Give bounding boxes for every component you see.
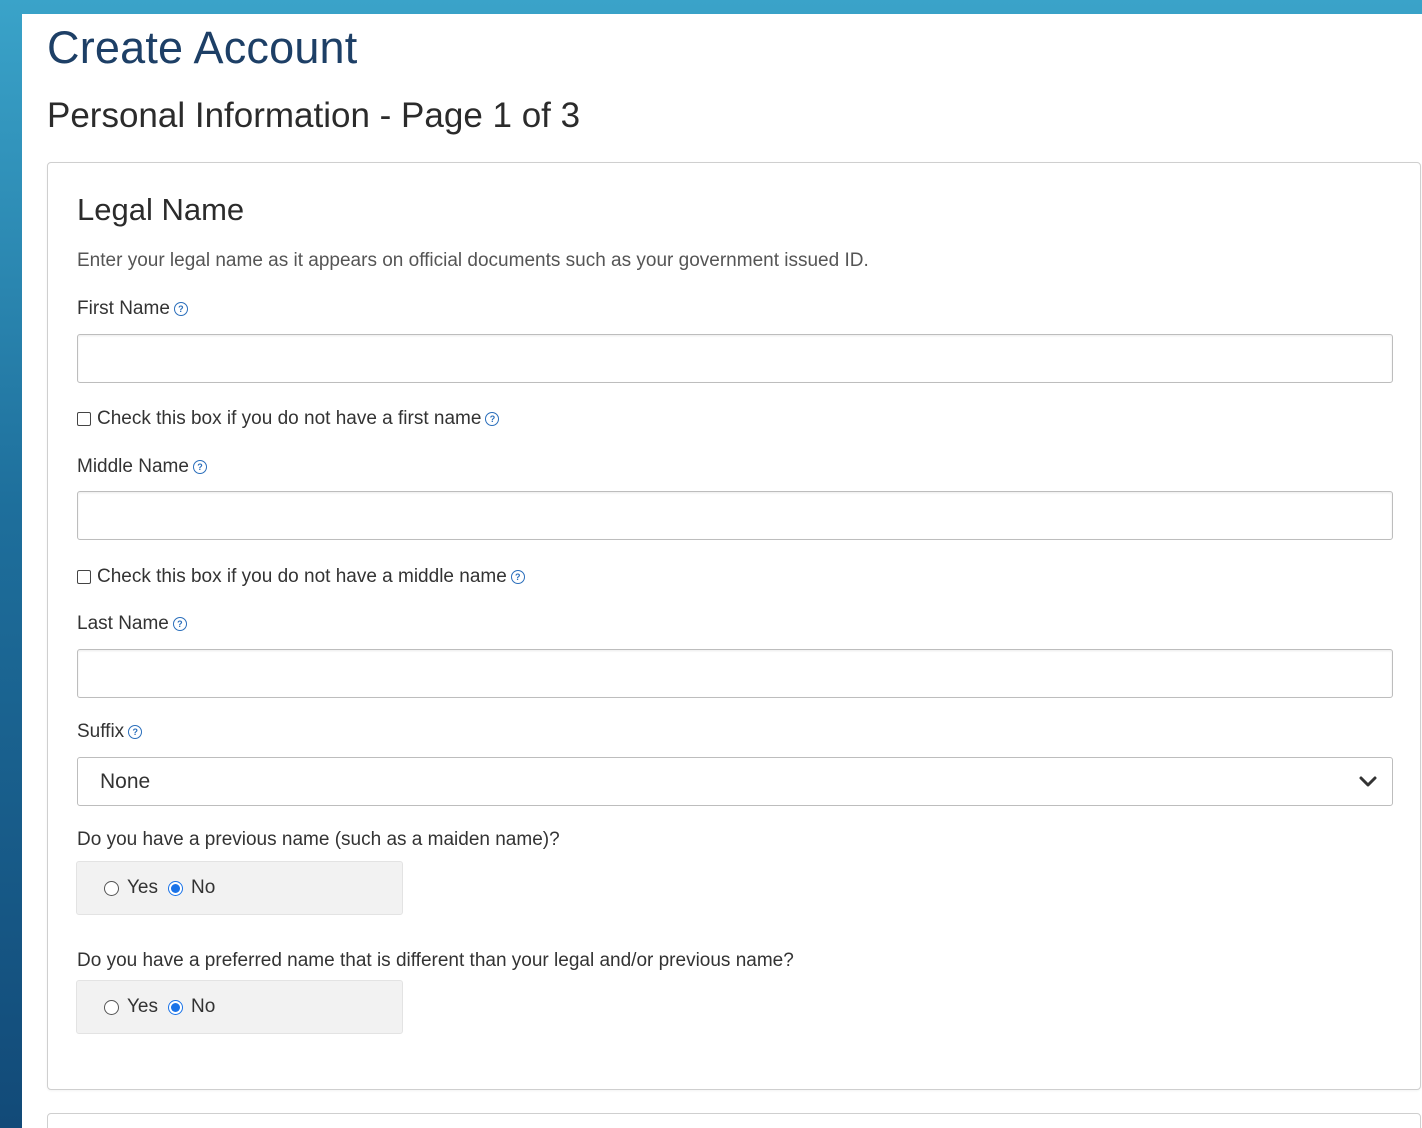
create-account-page: Create Account Personal Information - Pa… — [22, 14, 1422, 1128]
question-circle-icon[interactable]: ? — [192, 460, 207, 474]
last-name-label: Last Name ? — [77, 613, 187, 635]
page-title: Create Account — [47, 22, 358, 73]
previous-name-no-radio[interactable] — [168, 880, 183, 896]
preferred-name-yes-radio[interactable] — [104, 999, 119, 1015]
no-first-name-checkbox[interactable] — [77, 412, 91, 426]
preferred-name-yes-label: Yes — [127, 996, 158, 1017]
section-instructions: Enter your legal name as it appears on o… — [77, 250, 869, 271]
legal-name-card: Legal Name Enter your legal name as it a… — [47, 162, 1421, 1090]
previous-name-yes-label: Yes — [127, 877, 158, 898]
first-name-label: First Name ? — [77, 298, 188, 320]
first-name-label-text: First Name — [77, 298, 170, 319]
chevron-down-icon — [1359, 776, 1377, 786]
preferred-name-no-label: No — [191, 996, 216, 1017]
no-first-name-checkbox-row[interactable]: Check this box if you do not have a firs… — [77, 408, 500, 430]
question-circle-icon[interactable]: ? — [128, 725, 143, 739]
preferred-name-question: Do you have a preferred name that is dif… — [77, 950, 794, 971]
suffix-label: Suffix ? — [77, 721, 143, 743]
middle-name-input[interactable] — [77, 491, 1393, 540]
no-middle-name-checkbox-row[interactable]: Check this box if you do not have a midd… — [77, 566, 525, 588]
no-middle-name-checkbox[interactable] — [77, 570, 91, 584]
first-name-input[interactable] — [77, 334, 1393, 383]
previous-name-question: Do you have a previous name (such as a m… — [77, 829, 560, 850]
preferred-name-yes-option[interactable]: Yes — [104, 996, 158, 1018]
last-name-label-text: Last Name — [77, 613, 169, 634]
question-circle-icon[interactable]: ? — [172, 617, 187, 631]
previous-name-yes-option[interactable]: Yes — [104, 877, 158, 899]
previous-name-no-option[interactable]: No — [168, 877, 215, 899]
last-name-input[interactable] — [77, 649, 1393, 698]
preferred-name-radio-group: Yes No — [76, 980, 403, 1034]
suffix-selected-value: None — [100, 769, 151, 793]
middle-name-label: Middle Name ? — [77, 456, 207, 478]
suffix-label-text: Suffix — [77, 721, 125, 742]
question-circle-icon[interactable]: ? — [173, 302, 188, 316]
middle-name-label-text: Middle Name — [77, 456, 189, 477]
suffix-select[interactable]: None — [77, 757, 1393, 806]
question-circle-icon[interactable]: ? — [485, 412, 500, 426]
page-subtitle: Personal Information - Page 1 of 3 — [47, 96, 581, 135]
no-middle-name-label: Check this box if you do not have a midd… — [97, 566, 507, 587]
section-title: Legal Name — [77, 192, 245, 227]
previous-name-yes-radio[interactable] — [104, 880, 119, 896]
no-first-name-label: Check this box if you do not have a firs… — [97, 408, 482, 429]
preferred-name-no-radio[interactable] — [168, 999, 183, 1015]
previous-name-radio-group: Yes No — [76, 861, 403, 915]
question-circle-icon[interactable]: ? — [510, 570, 525, 584]
next-section-card — [47, 1113, 1421, 1128]
previous-name-no-label: No — [191, 877, 216, 898]
preferred-name-no-option[interactable]: No — [168, 996, 215, 1018]
